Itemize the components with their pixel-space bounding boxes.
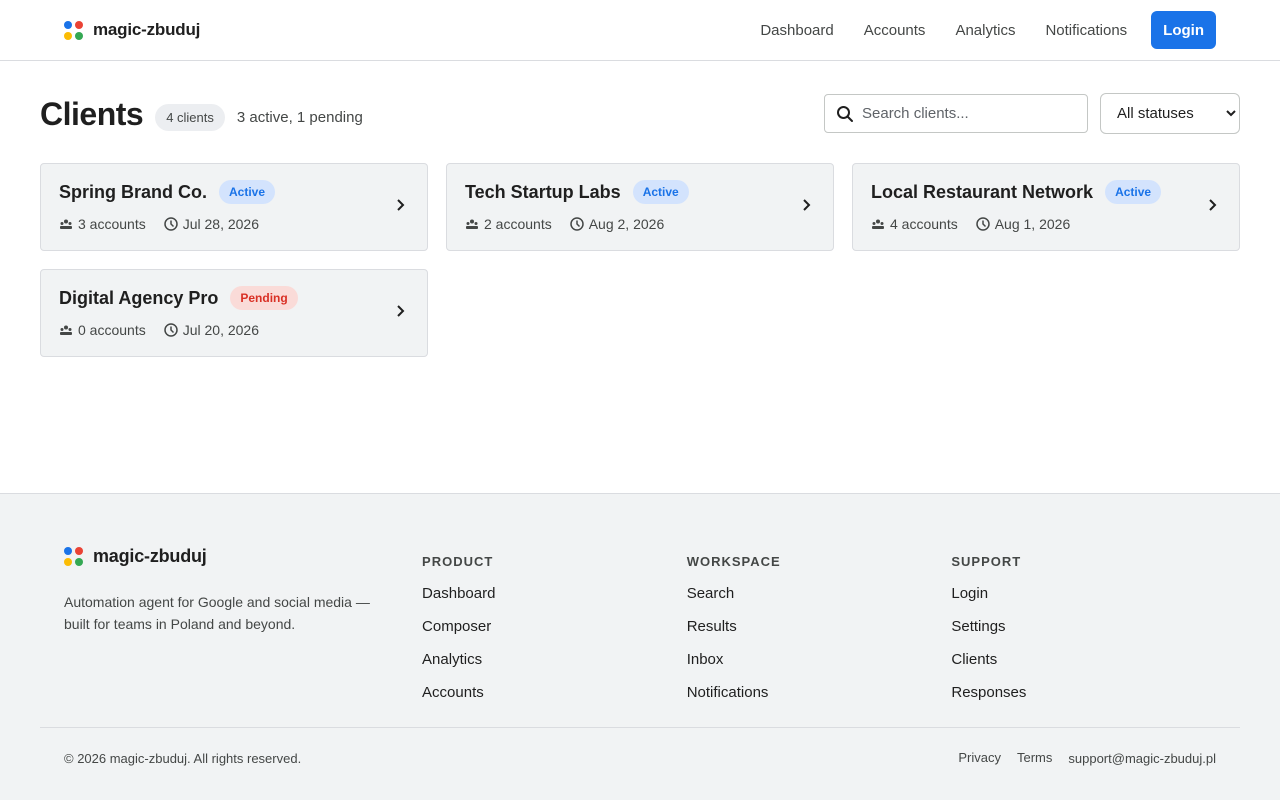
footer-col-heading: SUPPORT: [951, 554, 1022, 569]
chevron-right-icon[interactable]: [1207, 198, 1217, 212]
client-count-badge: 4 clients: [155, 104, 225, 131]
client-date: Aug 1, 2026: [994, 216, 1071, 232]
clock-icon: [569, 217, 584, 231]
status-badge: Active: [632, 180, 689, 204]
accounts-icon: [60, 325, 72, 335]
client-name: Digital Agency Pro: [59, 287, 219, 308]
status-badge: Active: [219, 180, 276, 204]
footer-col-heading: WORKSPACE: [686, 554, 781, 569]
chevron-right-icon[interactable]: [395, 198, 405, 212]
client-name: Tech Startup Labs: [465, 181, 621, 202]
footer-logo[interactable]: magic-zbuduj: [64, 546, 422, 567]
account-count: 4 accounts: [890, 216, 958, 232]
footer-link[interactable]: Settings: [951, 618, 1216, 635]
privacy-link[interactable]: Privacy: [958, 750, 1001, 766]
nav-notifications[interactable]: Notifications: [1045, 22, 1127, 39]
title-row: Clients 4 clients 3 active, 1 pending Al…: [40, 93, 1240, 134]
footer-brand: magic-zbuduj Automation agent for Google…: [64, 546, 422, 727]
client-card[interactable]: Tech Startup Labs Active 2 accounts Aug …: [446, 163, 834, 251]
accounts-icon: [60, 219, 72, 229]
nav-dashboard[interactable]: Dashboard: [760, 22, 833, 39]
page-title: Clients: [40, 96, 144, 132]
footer-link[interactable]: Search: [687, 585, 952, 602]
footer-brand-name: magic-zbuduj: [93, 546, 207, 566]
client-name: Local Restaurant Network: [871, 181, 1094, 202]
footer-description: Automation agent for Google and social m…: [64, 594, 370, 632]
chevron-right-icon[interactable]: [395, 304, 405, 318]
nav-accounts[interactable]: Accounts: [864, 22, 926, 39]
footer-link[interactable]: Results: [687, 618, 952, 635]
search-box[interactable]: [824, 94, 1088, 133]
search-input[interactable]: [862, 105, 1072, 122]
client-date: Jul 28, 2026: [182, 216, 260, 232]
clock-icon: [163, 323, 178, 337]
copyright: © 2026 magic-zbuduj. All rights reserved…: [64, 750, 302, 766]
client-date: Jul 20, 2026: [182, 322, 260, 338]
footer-link[interactable]: Responses: [951, 684, 1216, 701]
account-count: 3 accounts: [78, 216, 146, 232]
accounts-icon: [466, 219, 478, 229]
clients-page: Clients 4 clients 3 active, 1 pending Al…: [0, 61, 1280, 493]
brand-logo[interactable]: magic-zbuduj: [64, 20, 200, 40]
footer-link[interactable]: Inbox: [687, 651, 952, 668]
clock-icon: [163, 217, 178, 231]
clock-icon: [975, 217, 990, 231]
client-card[interactable]: Local Restaurant Network Active 4 accoun…: [852, 163, 1240, 251]
status-badge: Pending: [230, 286, 298, 310]
chevron-right-icon[interactable]: [801, 198, 811, 212]
client-grid: Spring Brand Co. Active 3 accounts Jul 2…: [40, 163, 1240, 357]
footer-col-support: SUPPORT Login Settings Clients Responses: [951, 546, 1216, 727]
nav-analytics[interactable]: Analytics: [955, 22, 1015, 39]
accounts-icon: [872, 219, 884, 229]
footer-link[interactable]: Analytics: [422, 651, 687, 668]
footer-link[interactable]: Composer: [422, 618, 687, 635]
top-header: magic-zbuduj Dashboard Accounts Analytic…: [0, 0, 1280, 61]
terms-link[interactable]: Terms: [1017, 750, 1052, 766]
footer-link[interactable]: Notifications: [687, 684, 952, 701]
footer-link[interactable]: Dashboard: [422, 585, 687, 602]
account-count: 0 accounts: [78, 322, 146, 338]
brand-dots-icon: [64, 547, 83, 566]
footer-col-workspace: WORKSPACE Search Results Inbox Notificat…: [687, 546, 952, 727]
site-footer: magic-zbuduj Automation agent for Google…: [0, 493, 1280, 800]
login-button[interactable]: Login: [1151, 11, 1216, 49]
main-nav: Dashboard Accounts Analytics Notificatio…: [760, 11, 1216, 49]
footer-bottom: © 2026 magic-zbuduj. All rights reserved…: [0, 728, 1280, 766]
brand-dots-icon: [64, 20, 83, 40]
footer-link[interactable]: Login: [951, 585, 1216, 602]
footer-legal-links: Privacy Terms support@magic-zbuduj.pl: [958, 750, 1216, 766]
status-summary: 3 active, 1 pending: [236, 109, 363, 126]
client-card[interactable]: Spring Brand Co. Active 3 accounts Jul 2…: [40, 163, 428, 251]
brand-name: magic-zbuduj: [93, 20, 201, 39]
footer-col-product: PRODUCT Dashboard Composer Analytics Acc…: [422, 546, 687, 727]
footer-link[interactable]: Clients: [951, 651, 1216, 668]
support-email-link[interactable]: support@magic-zbuduj.pl: [1068, 751, 1216, 766]
title-group: Clients 4 clients 3 active, 1 pending: [40, 93, 363, 133]
account-count: 2 accounts: [484, 216, 552, 232]
status-badge: Active: [1105, 180, 1162, 204]
search-icon: [837, 105, 853, 122]
footer-col-heading: PRODUCT: [422, 554, 494, 569]
client-date: Aug 2, 2026: [588, 216, 665, 232]
client-card[interactable]: Digital Agency Pro Pending 0 accounts Ju…: [40, 269, 428, 357]
client-name: Spring Brand Co.: [59, 181, 207, 202]
filter-controls: All statuses: [824, 93, 1240, 134]
footer-link[interactable]: Accounts: [422, 684, 687, 701]
status-filter-select[interactable]: All statuses: [1100, 93, 1240, 134]
